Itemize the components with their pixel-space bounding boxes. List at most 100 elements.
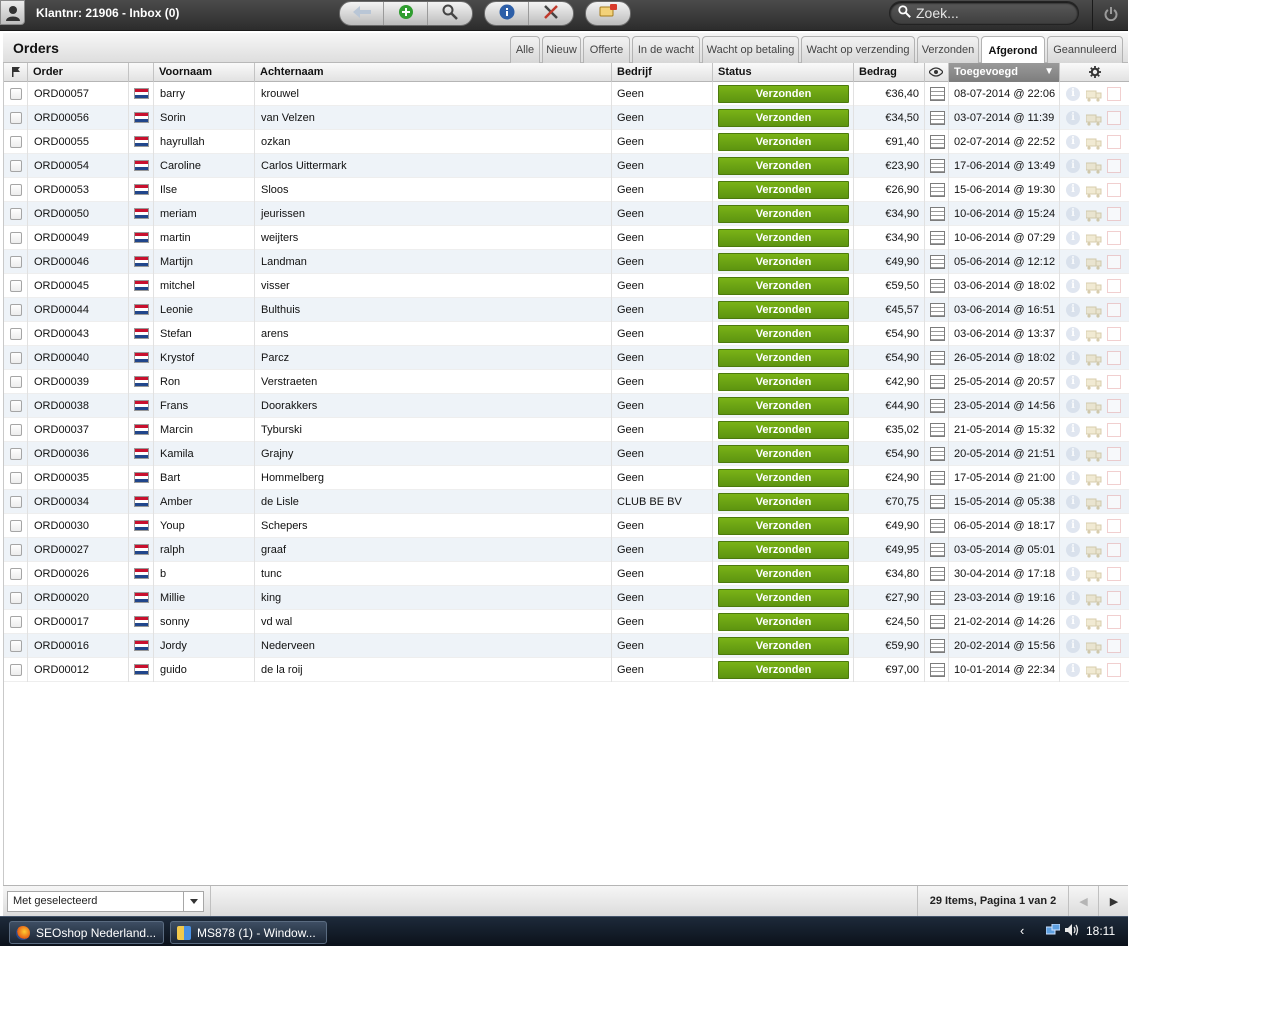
document-icon[interactable] (1107, 255, 1121, 269)
document-icon[interactable] (1107, 303, 1121, 317)
document-icon[interactable] (1107, 471, 1121, 485)
calendar-icon[interactable] (930, 111, 945, 125)
table-row[interactable]: ORD00039 Ron Verstraeten Geen Verzonden €42,9… (4, 370, 1129, 394)
document-icon[interactable] (1107, 423, 1121, 437)
table-row[interactable]: ORD00038 Frans Doorakkers Geen Verzonden €44,… (4, 394, 1129, 418)
document-icon[interactable] (1107, 159, 1121, 173)
header-country[interactable] (129, 63, 154, 82)
calendar-icon[interactable] (930, 639, 945, 653)
row-checkbox[interactable] (10, 328, 22, 340)
document-icon[interactable] (1107, 135, 1121, 149)
document-icon[interactable] (1107, 639, 1121, 653)
calendar-icon[interactable] (930, 87, 945, 101)
calendar-icon[interactable] (930, 423, 945, 437)
table-row[interactable]: ORD00026 b tunc Geen Verzonden €34,80 30-04-20… (4, 562, 1129, 586)
info-icon[interactable]: i (1066, 615, 1080, 629)
document-icon[interactable] (1107, 447, 1121, 461)
calendar-icon[interactable] (930, 519, 945, 533)
search-button[interactable] (428, 2, 472, 25)
document-icon[interactable] (1107, 231, 1121, 245)
row-checkbox[interactable] (10, 472, 22, 484)
info-icon[interactable]: i (1066, 375, 1080, 389)
table-row[interactable]: ORD00050 meriam jeurissen Geen Verzonden €34,… (4, 202, 1129, 226)
order-number[interactable]: ORD00040 (28, 346, 129, 370)
document-icon[interactable] (1107, 543, 1121, 557)
info-icon[interactable]: i (1066, 567, 1080, 581)
truck-icon[interactable] (1085, 615, 1102, 630)
truck-icon[interactable] (1085, 663, 1102, 678)
row-checkbox[interactable] (10, 376, 22, 388)
document-icon[interactable] (1107, 399, 1121, 413)
info-icon[interactable]: i (1066, 495, 1080, 509)
info-icon[interactable]: i (1066, 351, 1080, 365)
table-row[interactable]: ORD00016 Jordy Nederveen Geen Verzonden €59,9… (4, 634, 1129, 658)
document-icon[interactable] (1107, 663, 1121, 677)
truck-icon[interactable] (1085, 87, 1102, 102)
chevron-down-icon[interactable] (183, 892, 203, 911)
order-number[interactable]: ORD00027 (28, 538, 129, 562)
order-number[interactable]: ORD00037 (28, 418, 129, 442)
info-icon[interactable]: i (1066, 135, 1080, 149)
table-row[interactable]: ORD00012 guido de la roij Geen Verzonden €97,… (4, 658, 1129, 682)
calendar-icon[interactable] (930, 255, 945, 269)
info-icon[interactable]: i (1066, 303, 1080, 317)
document-icon[interactable] (1107, 207, 1121, 221)
calendar-icon[interactable] (930, 303, 945, 317)
back-button[interactable] (340, 2, 384, 25)
table-row[interactable]: ORD00055 hayrullah ozkan Geen Verzonden €91,4… (4, 130, 1129, 154)
order-number[interactable]: ORD00056 (28, 106, 129, 130)
table-row[interactable]: ORD00056 Sorin van Velzen Geen Verzonden €34,… (4, 106, 1129, 130)
logout-button[interactable] (1092, 0, 1128, 31)
truck-icon[interactable] (1085, 303, 1102, 318)
next-page-button[interactable]: ▶ (1099, 886, 1129, 917)
document-icon[interactable] (1107, 495, 1121, 509)
info-icon[interactable]: i (1066, 663, 1080, 677)
order-number[interactable]: ORD00017 (28, 610, 129, 634)
row-checkbox[interactable] (10, 304, 22, 316)
taskbar-item-browser[interactable]: SEOshop Nederland... (9, 921, 164, 944)
calendar-icon[interactable] (930, 375, 945, 389)
row-checkbox[interactable] (10, 232, 22, 244)
header-order[interactable]: Order (28, 63, 129, 82)
order-number[interactable]: ORD00054 (28, 154, 129, 178)
info-icon[interactable]: i (1066, 183, 1080, 197)
order-number[interactable]: ORD00036 (28, 442, 129, 466)
table-row[interactable]: ORD00037 Marcin Tyburski Geen Verzonden €35,0… (4, 418, 1129, 442)
order-number[interactable]: ORD00045 (28, 274, 129, 298)
info-icon[interactable]: i (1066, 327, 1080, 341)
row-checkbox[interactable] (10, 424, 22, 436)
table-row[interactable]: ORD00043 Stefan arens Geen Verzonden €54,90 03… (4, 322, 1129, 346)
calendar-icon[interactable] (930, 471, 945, 485)
info-icon[interactable]: i (1066, 519, 1080, 533)
bulk-action-select[interactable]: Met geselecteerd (7, 891, 204, 912)
order-number[interactable]: ORD00030 (28, 514, 129, 538)
info-icon[interactable]: i (1066, 111, 1080, 125)
calendar-icon[interactable] (930, 615, 945, 629)
truck-icon[interactable] (1085, 375, 1102, 390)
info-icon[interactable]: i (1066, 87, 1080, 101)
calendar-icon[interactable] (930, 159, 945, 173)
info-icon[interactable]: i (1066, 279, 1080, 293)
header-settings[interactable] (1060, 63, 1129, 82)
calendar-icon[interactable] (930, 279, 945, 293)
truck-icon[interactable] (1085, 471, 1102, 486)
info-icon[interactable]: i (1066, 543, 1080, 557)
row-checkbox[interactable] (10, 544, 22, 556)
truck-icon[interactable] (1085, 255, 1102, 270)
tab-in-de-wacht[interactable]: In de wacht (632, 36, 700, 63)
document-icon[interactable] (1107, 87, 1121, 101)
order-number[interactable]: ORD00043 (28, 322, 129, 346)
calendar-icon[interactable] (930, 567, 945, 581)
info-button[interactable] (485, 2, 529, 25)
table-row[interactable]: ORD00027 ralph graaf Geen Verzonden €49,95 03-… (4, 538, 1129, 562)
row-checkbox[interactable] (10, 88, 22, 100)
calendar-icon[interactable] (930, 543, 945, 557)
tab-wacht-op-verzending[interactable]: Wacht op verzending (801, 36, 915, 63)
calendar-icon[interactable] (930, 231, 945, 245)
tab-wacht-op-betaling[interactable]: Wacht op betaling (702, 36, 799, 63)
info-icon[interactable]: i (1066, 639, 1080, 653)
order-number[interactable]: ORD00044 (28, 298, 129, 322)
header-first-name[interactable]: Voornaam (154, 63, 255, 82)
volume-icon[interactable] (1064, 923, 1080, 940)
header-company[interactable]: Bedrijf (612, 63, 713, 82)
